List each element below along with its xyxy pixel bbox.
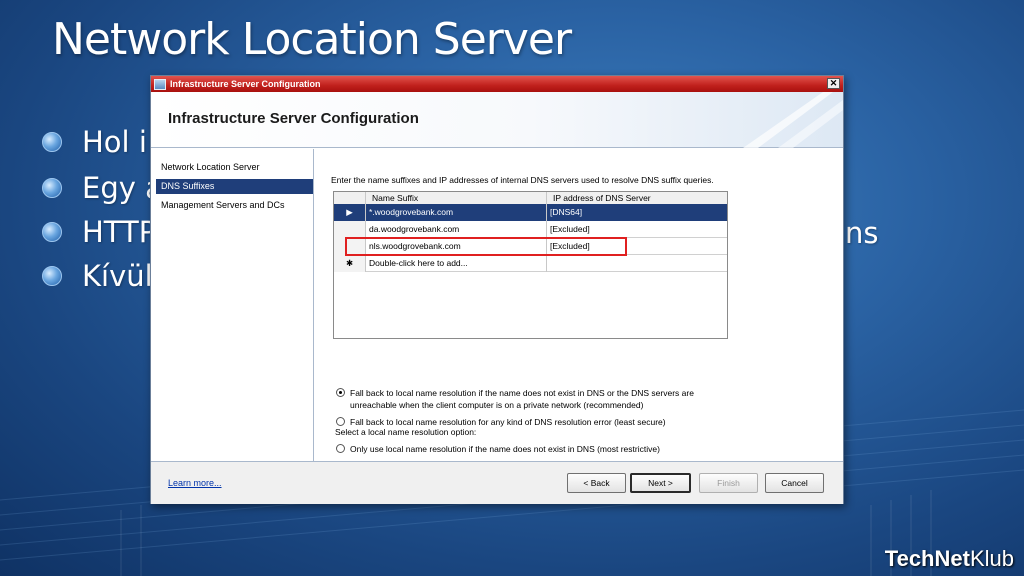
radio-button[interactable] bbox=[336, 444, 345, 453]
radio-label: Fall back to local name resolution for a… bbox=[350, 417, 666, 427]
brand-regular: Klub bbox=[969, 546, 1014, 571]
dialog-titlebar[interactable]: Infrastructure Server Configuration ✕ bbox=[151, 76, 843, 92]
resolution-option-2[interactable]: Fall back to local name resolution if th… bbox=[336, 387, 736, 411]
learn-more-link[interactable]: Learn more... bbox=[168, 478, 222, 488]
app-window-icon bbox=[154, 78, 166, 90]
back-button[interactable]: < Back bbox=[567, 473, 626, 493]
bullet-dot-icon bbox=[42, 178, 62, 198]
intro-text: Enter the name suffixes and IP addresses… bbox=[331, 175, 714, 185]
column-header-name-suffix[interactable]: Name Suffix bbox=[366, 192, 547, 204]
radio-button[interactable] bbox=[336, 417, 345, 426]
bullet-2: Egy a bbox=[42, 170, 163, 206]
bullet-text: HTTP bbox=[82, 215, 157, 249]
dialog-header: Infrastructure Server Configuration bbox=[151, 92, 843, 148]
header-title: Infrastructure Server Configuration bbox=[168, 110, 419, 127]
row-selected-arrow-icon: ▶ bbox=[334, 204, 366, 221]
table-row[interactable]: da.woodgrovebank.com [Excluded] bbox=[334, 221, 727, 238]
dns-suffix-grid: Name Suffix IP address of DNS Server ▶ *… bbox=[333, 191, 728, 339]
cell-ip-address[interactable] bbox=[547, 255, 727, 272]
radio-label: Fall back to local name resolution if th… bbox=[350, 388, 694, 410]
close-button[interactable]: ✕ bbox=[827, 78, 840, 89]
nav-item-network-location-server[interactable]: Network Location Server bbox=[156, 160, 313, 175]
bullet-4: Kívül bbox=[42, 258, 153, 294]
technetklub-logo: TechNetKlub bbox=[885, 546, 1014, 572]
bullet-text: Kívül bbox=[82, 259, 153, 293]
window-title: Infrastructure Server Configuration bbox=[170, 79, 321, 89]
radio-label: Only use local name resolution if the na… bbox=[350, 444, 660, 454]
bullet-3: HTTP bbox=[42, 214, 156, 250]
bullet-dot-icon bbox=[42, 266, 62, 286]
grid-header: Name Suffix IP address of DNS Server bbox=[334, 192, 727, 204]
dialog-footer: Learn more... < Back Next > Finish Cance… bbox=[151, 461, 843, 504]
finish-button[interactable]: Finish bbox=[699, 473, 758, 493]
table-row[interactable]: ▶ *.woodgrovebank.com [DNS64] bbox=[334, 204, 727, 221]
bullet-1: Hol i bbox=[42, 124, 147, 160]
radio-button-selected[interactable] bbox=[336, 388, 345, 397]
column-header-ip-address[interactable]: IP address of DNS Server bbox=[547, 192, 727, 204]
cancel-button[interactable]: Cancel bbox=[765, 473, 824, 493]
cell-ip-address[interactable]: [DNS64] bbox=[547, 204, 727, 221]
table-row-new[interactable]: ✱ Double-click here to add... bbox=[334, 255, 727, 272]
brand-bold: TechNet bbox=[884, 546, 970, 571]
resolution-option-label: Select a local name resolution option: bbox=[335, 427, 477, 437]
cell-name-suffix[interactable]: da.woodgrovebank.com bbox=[366, 221, 547, 238]
resolution-option-3[interactable]: Fall back to local name resolution for a… bbox=[336, 416, 666, 428]
bullet-3-tail: ns bbox=[845, 216, 879, 250]
grid-corner bbox=[334, 192, 366, 204]
slide-title: Network Location Server bbox=[52, 14, 572, 65]
nav-item-dns-suffixes[interactable]: DNS Suffixes bbox=[156, 179, 313, 194]
nav-item-management-servers[interactable]: Management Servers and DCs bbox=[156, 198, 313, 213]
cell-name-suffix[interactable]: *.woodgrovebank.com bbox=[366, 204, 547, 221]
red-highlight-annotation bbox=[345, 237, 627, 256]
wizard-navigation: Network Location Server DNS Suffixes Man… bbox=[151, 149, 314, 461]
cell-ip-address[interactable]: [Excluded] bbox=[547, 221, 727, 238]
cell-add-placeholder[interactable]: Double-click here to add... bbox=[366, 255, 547, 272]
header-decoration bbox=[743, 92, 843, 148]
bullet-dot-icon bbox=[42, 132, 62, 152]
bullet-text: Hol i bbox=[82, 125, 147, 159]
bullet-dot-icon bbox=[42, 222, 62, 242]
row-header bbox=[334, 221, 366, 238]
wizard-content: Enter the name suffixes and IP addresses… bbox=[315, 149, 843, 461]
new-row-asterisk-icon: ✱ bbox=[334, 255, 366, 272]
next-button[interactable]: Next > bbox=[630, 473, 691, 493]
resolution-option-1[interactable]: Only use local name resolution if the na… bbox=[336, 443, 660, 455]
infrastructure-server-configuration-dialog: Infrastructure Server Configuration ✕ In… bbox=[150, 75, 844, 504]
